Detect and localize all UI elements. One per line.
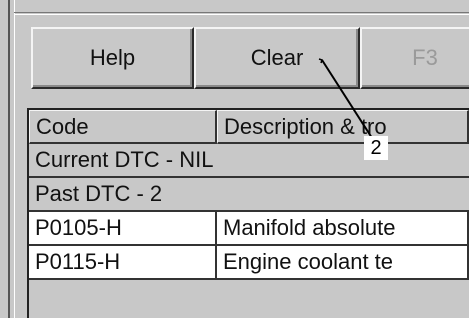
group-row-current-dtc: Current DTC - NIL — [29, 144, 469, 178]
clear-button[interactable]: Clear — [194, 27, 360, 89]
dtc-description-cell: Engine coolant te — [217, 246, 469, 280]
help-button[interactable]: Help — [31, 27, 194, 89]
toolbar: Help Clear F3 — [31, 27, 469, 93]
group-label: Current DTC - NIL — [29, 144, 469, 178]
f3-button[interactable]: F3 — [360, 27, 469, 89]
group-label: Past DTC - 2 — [29, 178, 469, 212]
group-row-past-dtc: Past DTC - 2 — [29, 178, 469, 212]
panel-divider-highlight — [14, 14, 469, 15]
panel-divider — [14, 12, 469, 13]
table-row[interactable]: P0115-H Engine coolant te — [29, 246, 469, 280]
column-header-code[interactable]: Code — [29, 110, 217, 144]
dtc-code-cell: P0105-H — [29, 212, 217, 246]
window-frame: Help Clear F3 Code Description & tro Cur… — [0, 0, 469, 318]
callout-number: 2 — [364, 136, 388, 160]
dtc-code-cell: P0115-H — [29, 246, 217, 280]
column-header-description[interactable]: Description & tro — [217, 110, 469, 144]
dtc-table: Code Description & tro Current DTC - NIL… — [27, 108, 469, 318]
window-edge-highlight — [14, 0, 15, 318]
window-edge — [8, 0, 10, 318]
dtc-description-cell: Manifold absolute — [217, 212, 469, 246]
table-header-row: Code Description & tro — [29, 110, 469, 144]
table-row[interactable]: P0105-H Manifold absolute — [29, 212, 469, 246]
